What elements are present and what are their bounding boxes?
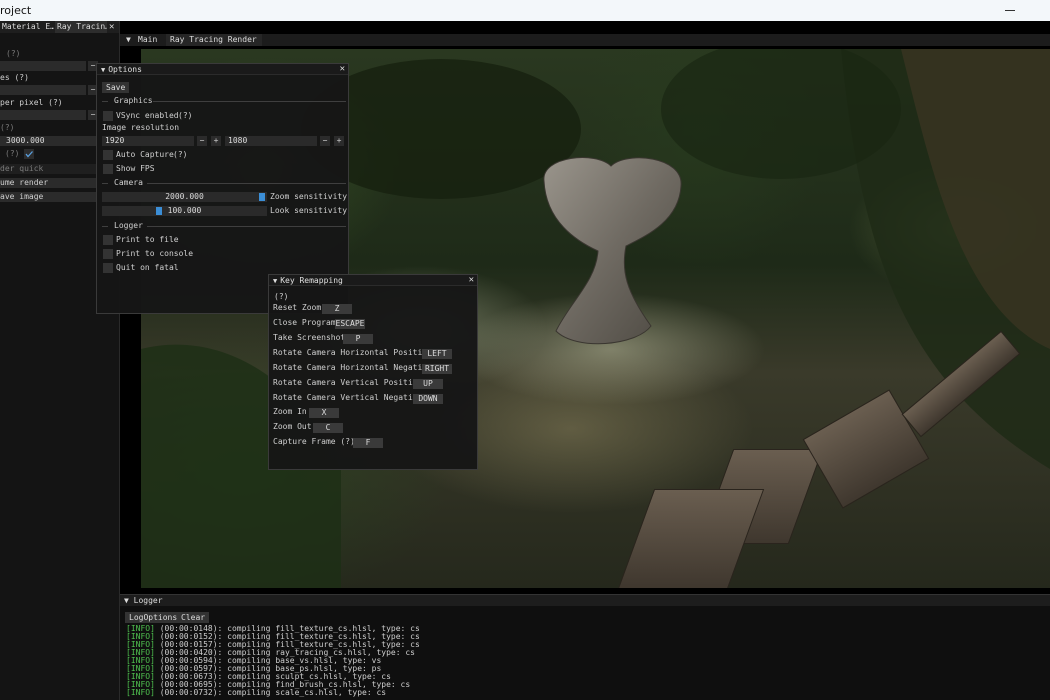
print-file-checkbox[interactable] [103,235,113,245]
width-plus-button[interactable]: + [211,136,221,146]
slider-grab[interactable] [259,193,265,201]
minimize-button[interactable] [1005,2,1017,16]
log-options-button[interactable]: LogOptions [125,612,182,623]
remap-key-rot-h-pos[interactable]: LEFT [422,349,452,359]
key-remap-help: (?) [274,292,289,301]
collapse-icon[interactable]: ▼ [273,276,277,287]
close-icon[interactable]: ✕ [109,21,114,33]
remap-label-capture-frame: Capture Frame (?) [273,437,355,446]
remap-label-reset-zoom: Reset Zoom [273,303,322,312]
render-quick-button[interactable]: der quick [0,164,96,174]
check-icon [25,151,33,158]
tab-material-editor[interactable]: Material E… [0,21,54,33]
remap-key-zoom-in[interactable]: X [309,408,339,418]
remap-label-rot-v-neg: Rotate Camera Vertical Negative [273,393,423,402]
slider-grab[interactable] [156,207,162,215]
resume-render-button[interactable]: ume render [0,178,96,188]
auto-capture-help: (?) [173,150,188,159]
auto-capture-label: Auto Capture [116,150,174,159]
remap-key-screenshot[interactable]: P [343,334,373,344]
left-field-1[interactable] [0,61,86,71]
viewport-tabbar: ▼ Main Ray Tracing Render [120,34,1050,46]
remap-label-zoom-in: Zoom In [273,407,307,416]
remap-label-zoom-out: Zoom Out [273,422,312,431]
remap-label-rot-h-neg: Rotate Camera Horizontal Negative [273,363,432,372]
quit-fatal-checkbox[interactable] [103,263,113,273]
remap-label-rot-v-pos: Rotate Camera Vertical Positive [273,378,423,387]
show-fps-label: Show FPS [116,164,155,173]
remap-label-rot-h-pos: Rotate Camera Horizontal Positive [273,348,432,357]
remap-key-close-program[interactable]: ESCAPE [335,319,365,329]
remap-label-close-program: Close Program [273,318,336,327]
remap-key-zoom-out[interactable]: C [313,423,343,433]
auto-capture-checkbox[interactable] [103,150,113,160]
look-sensitivity-value: 100.000 [167,206,202,215]
left-help: (?) [6,49,21,58]
left-field-3[interactable] [0,110,86,120]
camera-header: Camera [114,178,143,187]
print-file-label: Print to file [116,235,179,244]
left-label-2: es (?) [0,73,29,82]
left-checkbox[interactable] [24,149,34,159]
remap-key-rot-v-neg[interactable]: DOWN [413,394,443,404]
print-console-checkbox[interactable] [103,249,113,259]
save-button[interactable]: Save [102,82,130,93]
resolution-label: Image resolution [102,123,180,132]
left-label-3: per pixel (?) [0,98,63,107]
wooden-planks [596,330,1021,588]
graphics-header: Graphics [114,96,153,105]
log-line: [INFO] (00:00:0732): compiling scale_cs.… [126,688,387,697]
remap-key-rot-h-neg[interactable]: RIGHT [422,364,452,374]
close-icon[interactable]: ✕ [469,275,474,286]
left-value: 3000.000 [6,136,45,145]
key-remapping-window: ▼ Key Remapping ✕ (?) Reset Zoom Z Close … [268,274,478,470]
resolution-width-input[interactable]: 1920 [102,136,194,146]
height-plus-button[interactable]: + [334,136,344,146]
options-title: Options [108,65,142,74]
key-remapping-titlebar[interactable]: ▼ Key Remapping ✕ [269,275,477,286]
left-help-3: (?) [5,149,20,158]
logger-titlebar: ▼ Logger [120,595,1050,606]
vsync-help: (?) [178,111,193,120]
remap-key-capture-frame[interactable]: F [353,438,383,448]
vsync-label: VSync enabled [116,111,179,120]
window-title: roject [0,4,32,17]
logger-header: Logger [114,221,143,230]
save-image-button[interactable]: ave image [0,192,96,202]
log-clear-button[interactable]: Clear [177,612,210,623]
print-console-label: Print to console [116,249,194,258]
options-titlebar[interactable]: ▼ Options ✕ [97,64,348,75]
collapse-icon[interactable]: ▼ [124,596,134,605]
tab-ray-tracing[interactable]: Ray Tracin… [55,21,107,33]
left-field-2[interactable] [0,85,86,95]
close-icon[interactable]: ✕ [340,64,345,75]
resolution-height-input[interactable]: 1080 [225,136,317,146]
zoom-sensitivity-slider[interactable]: 2000.000 [102,192,267,202]
left-help-2: (?) [0,123,15,132]
collapse-icon[interactable]: ▼ [101,65,105,76]
logger-panel: ▼ Logger LogOptions Clear [INFO] (00:00:… [120,594,1050,700]
tab-main[interactable]: Main [134,34,161,46]
key-remapping-title: Key Remapping [280,276,343,285]
window-titlebar: roject [0,0,1050,21]
look-sensitivity-label: Look sensitivity [270,206,348,215]
left-field-4[interactable]: 3000.000 [0,136,96,146]
vsync-checkbox[interactable] [103,111,113,121]
zoom-sensitivity-label: Zoom sensitivity [270,192,348,201]
quit-fatal-label: Quit on fatal [116,263,179,272]
zoom-sensitivity-value: 2000.000 [165,192,204,201]
tab-ray-tracing-render[interactable]: Ray Tracing Render [166,34,262,46]
logger-title: Logger [133,596,163,605]
height-minus-button[interactable]: − [320,136,330,146]
remap-key-rot-v-pos[interactable]: UP [413,379,443,389]
left-tabbar: Material E… Ray Tracin… ✕ [0,21,119,33]
sculpted-object [543,157,682,345]
remap-key-reset-zoom[interactable]: Z [322,304,352,314]
remap-label-screenshot: Take Screenshot [273,333,346,342]
look-sensitivity-slider[interactable]: 100.000 [102,206,267,216]
width-minus-button[interactable]: − [197,136,207,146]
show-fps-checkbox[interactable] [103,164,113,174]
viewport-menu-icon[interactable]: ▼ [122,34,135,46]
